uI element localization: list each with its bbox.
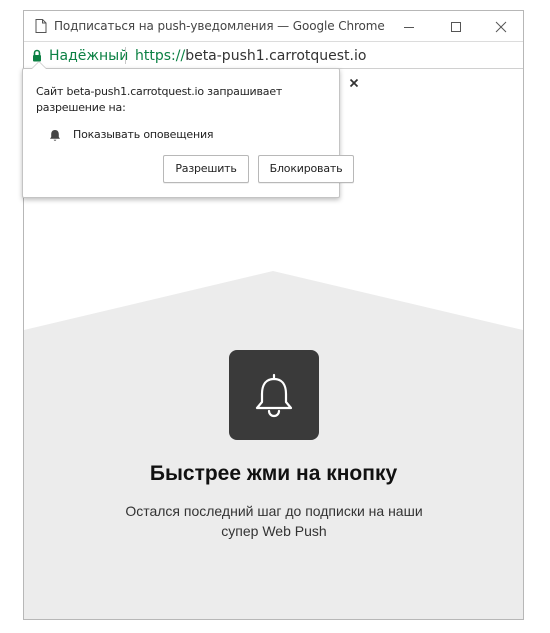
page-headline: Быстрее жми на кнопку	[149, 462, 398, 485]
address-bar[interactable]: Надёжный https://beta-push1.carrotquest.…	[24, 41, 523, 69]
address-separator	[125, 47, 126, 64]
maximize-button[interactable]	[448, 19, 464, 35]
block-button[interactable]: Блокировать	[258, 155, 354, 183]
bell-icon	[255, 373, 293, 418]
secure-label[interactable]: Надёжный	[49, 48, 128, 64]
url-text[interactable]: https://beta-push1.carrotquest.io	[135, 48, 366, 64]
popup-arrow-fill	[32, 62, 46, 69]
popup-close-button[interactable]	[348, 76, 360, 88]
allow-button[interactable]: Разрешить	[163, 155, 249, 183]
close-icon	[349, 78, 359, 88]
bell-icon	[49, 129, 61, 147]
url-host: beta-push1.carrotquest.io	[185, 48, 367, 64]
page-subtext: Остался последний шаг до подписки на наш…	[125, 503, 423, 539]
url-scheme: https://	[135, 48, 186, 64]
close-window-button[interactable]	[493, 19, 509, 35]
page-icon	[35, 19, 47, 33]
minimize-icon	[404, 27, 414, 28]
window-title: Подписаться на push-уведомления — Google…	[54, 19, 385, 33]
permission-label: Показывать оповещения	[73, 128, 214, 141]
title-bar: Подписаться на push-уведомления — Google…	[24, 11, 523, 41]
close-icon	[495, 21, 507, 33]
subscribe-bell-button[interactable]	[229, 350, 319, 440]
maximize-icon	[451, 22, 461, 32]
minimize-button[interactable]	[401, 19, 417, 35]
permission-message: Сайт beta-push1.carrotquest.io запрашива…	[36, 85, 283, 114]
permission-popup: Сайт beta-push1.carrotquest.io запрашива…	[22, 61, 354, 198]
